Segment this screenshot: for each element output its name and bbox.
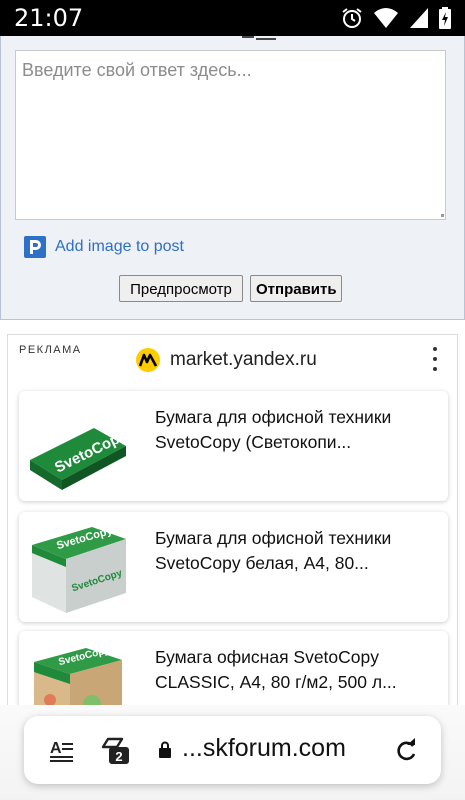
- product-title: Бумага для офисной техники SvetoCopy бел…: [155, 528, 392, 573]
- lock-icon: [159, 741, 171, 758]
- url-text[interactable]: ...skforum.com: [182, 734, 346, 763]
- battery-icon: [439, 7, 451, 29]
- toolbar-edge: [242, 36, 276, 40]
- ad-label: РЕКЛАМА: [19, 344, 82, 356]
- status-time: 21:07: [14, 4, 84, 32]
- add-image-link[interactable]: Add image to post: [24, 236, 184, 258]
- yandex-market-logo-icon: [136, 348, 160, 372]
- status-icons: [341, 7, 451, 29]
- send-button[interactable]: Отправить: [250, 275, 342, 302]
- ad-source-domain: market.yandex.ru: [170, 349, 317, 370]
- tabs-icon: 2: [101, 737, 129, 764]
- preview-button[interactable]: Предпросмотр: [119, 275, 243, 302]
- ad-product-card[interactable]: SvetoCopy SvetoCopy Бумага для офисной т…: [19, 512, 448, 622]
- reply-placeholder: Введите свой ответ здесь...: [22, 60, 252, 80]
- wifi-icon: [374, 8, 398, 28]
- resize-handle[interactable]: [441, 214, 444, 217]
- product-title: Бумага для офисной техники SvetoCopy (Св…: [155, 407, 392, 452]
- status-bar: 21:07: [0, 0, 465, 36]
- address-bar[interactable]: A 2 ...skforum.com: [24, 716, 441, 784]
- image-upload-icon: [24, 236, 46, 258]
- reply-textarea[interactable]: Введите свой ответ здесь...: [15, 50, 446, 220]
- product-title: Бумага офисная SvetoCopy CLASSIC, А4, 80…: [155, 647, 397, 692]
- alarm-icon: [342, 8, 362, 28]
- signal-icon: [410, 8, 428, 28]
- reader-mode-icon[interactable]: A: [50, 738, 74, 762]
- product-image: SvetoCopy: [22, 394, 132, 498]
- more-options-icon[interactable]: [428, 347, 442, 371]
- tabs-button[interactable]: 2: [100, 735, 130, 765]
- ad-source[interactable]: market.yandex.ru: [136, 348, 317, 372]
- add-image-label: Add image to post: [55, 238, 184, 255]
- svg-text:A: A: [50, 740, 62, 757]
- reload-icon[interactable]: [394, 737, 418, 763]
- ad-product-card[interactable]: SvetoCopy Бумага для офисной техники Sve…: [19, 391, 448, 501]
- tab-count: 2: [115, 749, 122, 764]
- ad-block: РЕКЛАМА market.yandex.ru SvetoCopy Бумаг…: [7, 334, 458, 724]
- product-image: SvetoCopy SvetoCopy: [22, 515, 132, 619]
